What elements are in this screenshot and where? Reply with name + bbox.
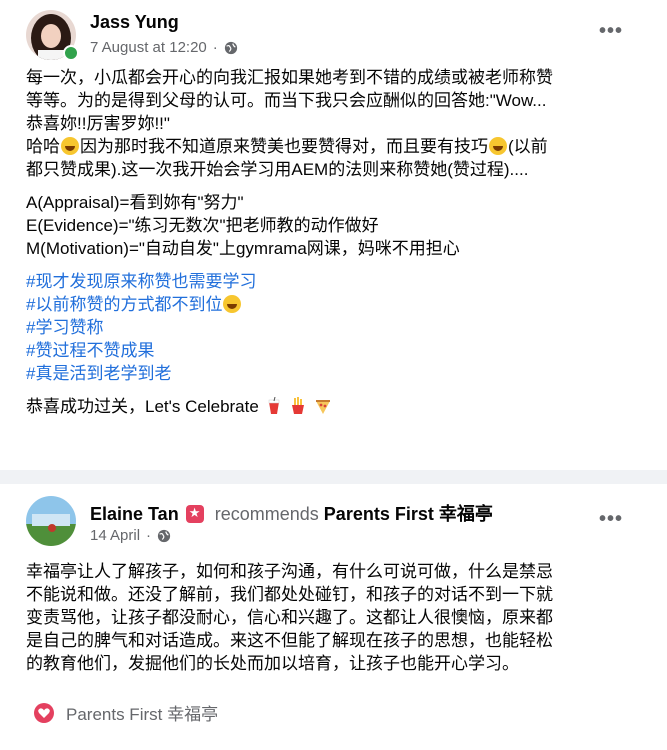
online-status-dot: [63, 45, 79, 61]
aem-line: A(Appraisal)=看到妳有"努力": [26, 193, 244, 212]
meta-separator: ·: [212, 39, 218, 56]
body-line: 幸福亭让人了解孩子，如何和孩子沟通，有什么可说可做，什么是禁忌: [26, 562, 553, 581]
avatar[interactable]: [26, 496, 76, 546]
pizza-emoji: [316, 400, 331, 414]
footer-page-name[interactable]: Parents First 幸福亭: [66, 700, 218, 725]
heart-icon: [34, 702, 54, 723]
body-text-segment: (以前: [508, 137, 548, 156]
body-text-segment: 哈哈: [26, 137, 60, 156]
body-line: 是自己的脾气和对话造成。来这不但能了解现在孩子的思想，也能轻松: [26, 631, 553, 650]
post-jass-yung: Jass Yung 7 August at 12:20 · ••• 每一次，小瓜…: [0, 0, 667, 470]
globe-icon: [224, 41, 237, 54]
recommends-label: recommends: [214, 504, 319, 524]
smiling-face-emoji: [489, 137, 507, 155]
hashtag-link[interactable]: #赞过程不赞成果: [26, 339, 646, 362]
closing-line: 恭喜成功过关，Let's Celebrate: [26, 395, 646, 418]
body-text-segment: 因为那时我不知道原来赞美也要赞得对，而且要有技巧: [80, 137, 488, 156]
post-meta: 7 August at 12:20 ·: [90, 39, 238, 56]
recommendation-footer[interactable]: Parents First 幸福亭: [34, 700, 218, 725]
closing-text: 恭喜成功过关，Let's Celebrate: [26, 397, 259, 416]
smiling-face-emoji: [223, 295, 242, 313]
body-line: 等等。为的是得到父母的认可。而当下我只会应酬似的回答她:"Wow...: [26, 91, 547, 110]
body-line: 恭喜妳!!厉害罗妳!!": [26, 114, 170, 133]
hashtag-link[interactable]: #以前称赞的方式都不到位: [26, 293, 646, 316]
author-name[interactable]: Elaine Tan: [90, 504, 179, 524]
body-line: 变责骂他，让孩子都没耐心，信心和兴趣了。这都让人很懊恼，原来都: [26, 608, 553, 627]
body-line: 哈哈 因为那时我不知道原来赞美也要赞得对，而且要有技巧 (以前: [26, 135, 646, 158]
post-meta: 14 April ·: [90, 527, 171, 544]
hashtag-text[interactable]: #以前称赞的方式都不到位: [26, 295, 222, 314]
recommended-page-link[interactable]: Parents First 幸福亭: [324, 504, 493, 524]
hashtag-link[interactable]: #现才发现原来称赞也需要学习: [26, 270, 646, 293]
star-badge-icon: [185, 505, 204, 523]
body-line: 的教育他们，发掘他们的长处而加以培育，让孩子也能开心学习。: [26, 654, 519, 673]
post-date[interactable]: 14 April: [90, 527, 140, 544]
body-line: 不能说和做。还没了解前，我们都处处碰钉，和孩子的对话不到一下就: [26, 585, 553, 604]
more-options-button[interactable]: •••: [599, 20, 623, 43]
more-options-button[interactable]: •••: [599, 508, 623, 531]
post-date[interactable]: 7 August at 12:20: [90, 39, 207, 56]
author-name[interactable]: Jass Yung: [90, 12, 179, 33]
hashtag-link[interactable]: #学习赞称: [26, 316, 646, 339]
aem-line: M(Motivation)="自动自发"上gymrama网课，妈咪不用担心: [26, 239, 460, 258]
hashtag-link[interactable]: #真是活到老学到老: [26, 362, 646, 385]
fries-emoji: [292, 397, 305, 414]
globe-icon: [157, 529, 171, 542]
author-line: Elaine Tan recommends Parents First 幸福亭: [90, 500, 493, 526]
post-body: 幸福亭让人了解孩子，如何和孩子沟通，有什么可说可做，什么是禁忌 不能说和做。还没…: [26, 560, 646, 675]
post-body: 每一次，小瓜都会开心的向我汇报如果她考到不错的成绩或被老师称赞 等等。为的是得到…: [26, 66, 646, 418]
body-line: 每一次，小瓜都会开心的向我汇报如果她考到不错的成绩或被老师称赞: [26, 68, 553, 87]
drink-emoji: [268, 397, 279, 414]
post-elaine-tan: Elaine Tan recommends Parents First 幸福亭 …: [0, 484, 667, 750]
body-line: 都只赞成果).这一次我开始会学习用AEM的法则来称赞她(赞过程)....: [26, 160, 529, 179]
aem-line: E(Evidence)="练习无数次"把老师教的动作做好: [26, 216, 379, 235]
meta-separator: ·: [146, 527, 152, 544]
smiling-face-emoji: [61, 137, 79, 155]
post-separator: [0, 470, 667, 484]
